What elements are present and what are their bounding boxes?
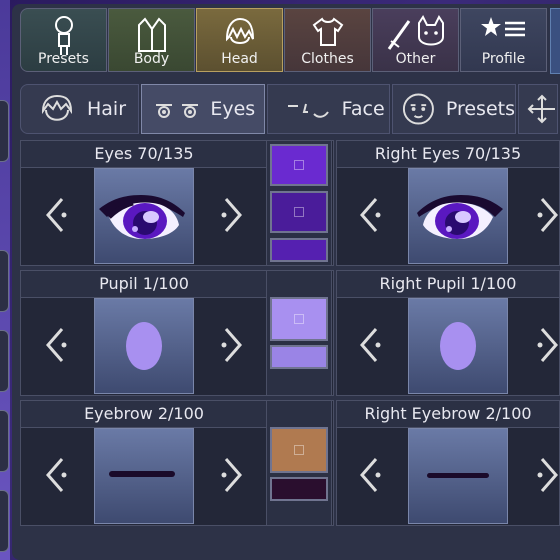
color-picker-dot	[294, 314, 304, 324]
pupil-color-swatch-2[interactable]	[270, 345, 328, 369]
chevron-left-icon	[46, 328, 67, 362]
pupil-title: Pupil 1/100	[21, 271, 267, 298]
subtab-label: Hair	[87, 98, 127, 120]
move-icon	[527, 94, 555, 124]
right-pupil-title: Right Pupil 1/100	[337, 271, 559, 298]
chevron-left-icon	[360, 198, 381, 232]
subtab-hair[interactable]: Hair	[20, 84, 140, 134]
face-icon	[287, 103, 329, 118]
sword-cat-icon	[387, 15, 444, 50]
right-eyes-preview	[408, 168, 508, 264]
eyes-prev-button[interactable]	[28, 168, 88, 262]
eyes-next-button[interactable]	[200, 168, 260, 262]
right-eyebrow-preview	[408, 428, 508, 524]
chevron-left-icon	[360, 328, 381, 362]
chevron-left-icon	[46, 198, 67, 232]
left-edge-tab[interactable]	[0, 330, 9, 392]
eyes-title: Eyes 70/135	[21, 141, 267, 168]
hair-face-icon	[41, 94, 73, 121]
subtab-label: Eyes	[210, 98, 256, 120]
tab-label: Head	[221, 51, 258, 67]
eye-preview-image	[417, 195, 503, 239]
chevron-right-icon	[537, 458, 558, 492]
tab-overflow[interactable]	[550, 8, 560, 74]
tab-label: Other	[395, 51, 436, 67]
eyebrow-preview-image	[109, 471, 175, 477]
eyes-preview	[94, 168, 194, 264]
color-picker-dot	[294, 160, 304, 170]
pupil-next-button[interactable]	[200, 298, 260, 392]
eyebrow-color-column	[266, 400, 332, 526]
eyebrow-prev-button[interactable]	[28, 428, 88, 522]
tab-body[interactable]: Body	[108, 8, 195, 72]
tab-label: Clothes	[301, 51, 354, 67]
eye-color-swatch-2[interactable]	[270, 191, 328, 233]
eyes-color-column	[266, 140, 332, 266]
chevron-right-icon	[537, 328, 558, 362]
jacket-icon	[137, 17, 166, 52]
right-eyebrow-title: Right Eyebrow 2/100	[337, 401, 559, 428]
pupil-color-column	[266, 270, 332, 396]
head-subtab-bar: Hair Eyes Face Presets	[20, 84, 560, 134]
right-eyes-title: Right Eyes 70/135	[337, 141, 559, 168]
face-circle-icon	[402, 93, 434, 125]
right-eyebrow-prev-button[interactable]	[342, 428, 402, 522]
chevron-right-icon	[221, 198, 242, 232]
eyebrow-preview-image	[427, 473, 489, 478]
right-pupil-preview	[408, 298, 508, 394]
left-edge-tab[interactable]	[0, 410, 9, 472]
category-bar: Presets Body Head Clothes Other Profile	[20, 8, 560, 74]
subtab-face[interactable]: Face	[266, 84, 390, 134]
pupil-preview-image	[126, 322, 162, 370]
star-list-icon	[480, 17, 525, 37]
chevron-right-icon	[537, 198, 558, 232]
eyes-icon	[156, 104, 199, 118]
chevron-left-icon	[46, 458, 67, 492]
eyebrow-title: Eyebrow 2/100	[21, 401, 267, 428]
right-eyes-next-button[interactable]	[516, 168, 560, 262]
color-picker-dot	[294, 207, 304, 217]
eyebrow-preview	[94, 428, 194, 524]
subtab-label: Face	[341, 98, 385, 120]
chevron-right-icon	[221, 458, 242, 492]
tab-head[interactable]: Head	[196, 8, 283, 72]
pupil-preview	[94, 298, 194, 394]
pupil-prev-button[interactable]	[28, 298, 88, 392]
tab-profile[interactable]: Profile	[460, 8, 547, 72]
pupil-preview-image	[440, 322, 476, 370]
tab-clothes[interactable]: Clothes	[284, 8, 371, 72]
chevron-left-icon	[360, 458, 381, 492]
subtab-label: Presets	[445, 98, 515, 120]
right-eyes-prev-button[interactable]	[342, 168, 402, 262]
left-edge-tab[interactable]	[0, 100, 9, 162]
eye-color-swatch-1[interactable]	[270, 144, 328, 186]
color-picker-dot	[294, 445, 304, 455]
hair-icon	[225, 17, 254, 44]
right-pupil-next-button[interactable]	[516, 298, 560, 392]
character-icon	[54, 16, 73, 55]
tab-other[interactable]: Other	[372, 8, 459, 72]
eye-preview-image	[99, 195, 185, 239]
right-eyebrow-next-button[interactable]	[516, 428, 560, 522]
left-edge-tab[interactable]	[0, 250, 9, 312]
right-pupil-prev-button[interactable]	[342, 298, 402, 392]
eyebrow-color-swatch-2[interactable]	[270, 477, 328, 501]
shirt-icon	[312, 17, 343, 46]
eyebrow-next-button[interactable]	[200, 428, 260, 522]
subtab-eyes[interactable]: Eyes	[141, 84, 265, 134]
eyebrow-color-swatch-1[interactable]	[270, 427, 328, 473]
subtab-presets[interactable]: Presets	[392, 84, 516, 134]
tab-presets[interactable]: Presets	[20, 8, 107, 72]
pupil-color-swatch-1[interactable]	[270, 297, 328, 341]
chevron-right-icon	[221, 328, 242, 362]
tab-label: Profile	[481, 51, 526, 67]
left-edge-tab[interactable]	[0, 490, 9, 552]
eye-color-swatch-3[interactable]	[270, 238, 328, 262]
subtab-move[interactable]	[518, 84, 558, 134]
